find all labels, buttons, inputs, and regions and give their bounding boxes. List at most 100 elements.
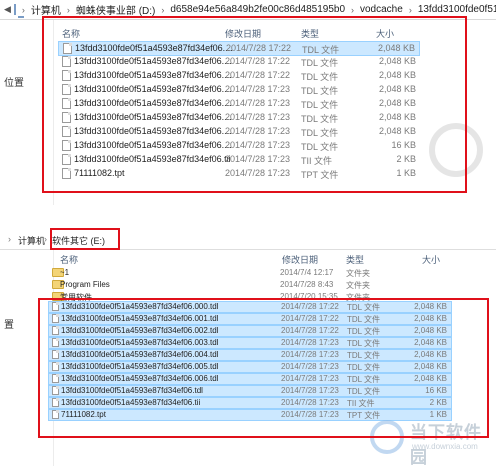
column-name[interactable]: 名称 (60, 253, 78, 266)
breadcrumb-separator: › (44, 234, 47, 244)
file-date: 2014/7/28 17:23 (225, 140, 291, 150)
file-icon (62, 98, 71, 109)
file-size: 16 KB (391, 140, 416, 150)
bottom-address-bar[interactable]: › 计算机 › 软件其它 (E:) (0, 228, 496, 250)
file-type: TII 文件 (301, 156, 332, 166)
breadcrumb-computer[interactable]: 计算机 (18, 234, 45, 247)
file-name: 13fdd3100fde0f51a4593e87fd34ef06.004.tdl (61, 350, 219, 359)
file-row[interactable]: 13fdd3100fde0f51a4593e87fd34ef06.001.tdl… (48, 313, 452, 325)
folder-row[interactable]: Program Files 2014/7/28 8:43 文件夹 (48, 280, 448, 292)
file-date: 2014/7/28 17:22 (281, 314, 339, 323)
file-icon (62, 168, 71, 179)
file-row[interactable]: 13fdd3100fde0f51a4593e87fd34ef06.tii 201… (48, 397, 452, 409)
file-icon (62, 126, 71, 137)
bottom-explorer-window: › 计算机 › 软件其它 (E:) 置 名称 修改日期 类型 大小 ~1 201… (0, 228, 496, 466)
folder-date: 2014/7/28 8:43 (280, 280, 334, 289)
column-type[interactable]: 类型 (301, 27, 319, 40)
file-type: TDL 文件 (347, 339, 381, 348)
breadcrumb-drive-d[interactable]: 蜘蛛侠事业部 (D:) (73, 2, 158, 17)
file-size: 2,048 KB (414, 338, 447, 347)
breadcrumb-separator: › (161, 4, 165, 15)
watermark-title: 当下软件园 (410, 423, 482, 466)
file-date: 2014/7/28 17:23 (281, 398, 339, 407)
file-type: TDL 文件 (347, 327, 381, 336)
file-row[interactable]: 13fdd3100fde0f51a4593e87fd34ef06.002.tdl… (48, 325, 452, 337)
folder-name: Program Files (60, 280, 110, 289)
file-size: 2,048 KB (378, 126, 416, 136)
file-row[interactable]: 13fdd3100fde0f51a4593e87fd34ef06.004.tdl… (48, 349, 452, 361)
file-size: 2,048 KB (414, 314, 447, 323)
file-size: 2 KB (396, 154, 416, 164)
file-row[interactable]: 13fdd3100fde0f51a4593e87fd34ef06.... 201… (58, 125, 420, 140)
breadcrumb-current-folder[interactable]: 13fdd3100fde0f51a4593e87fd34ef06 (415, 4, 496, 15)
breadcrumb-drive-e[interactable]: 软件其它 (E:) (52, 234, 105, 247)
file-date: 2014/7/28 17:23 (225, 98, 291, 108)
file-icon (62, 140, 71, 151)
file-date: 2014/7/28 17:23 (225, 154, 291, 164)
back-arrow-icon[interactable]: ◀ (4, 4, 11, 16)
file-icon (62, 56, 71, 67)
file-date: 2014/7/28 17:23 (281, 374, 339, 383)
column-size[interactable]: 大小 (422, 253, 440, 266)
file-row[interactable]: 13fdd3100fde0f51a4593e87fd34ef06.... 201… (58, 83, 420, 98)
file-size: 16 KB (425, 386, 447, 395)
folder-row[interactable]: ~1 2014/7/4 12:17 文件夹 (48, 268, 448, 280)
file-row[interactable]: 13fdd3100fde0f51a4593e87fd34ef06.... 201… (58, 41, 420, 56)
breadcrumb-vodcache[interactable]: vodcache (357, 4, 406, 15)
breadcrumb-hash-folder[interactable]: d658e94e56a849b2fe00c86d485195b0 (167, 4, 348, 15)
file-icon (52, 386, 59, 395)
breadcrumb-separator: › (408, 4, 412, 15)
breadcrumb-computer[interactable]: 计算机 (28, 2, 64, 17)
file-icon (62, 112, 71, 123)
watermark: 当下软件园 www.downxia.com (370, 418, 490, 466)
file-name: 71111082.tpt (61, 410, 106, 419)
file-size: 2,048 KB (414, 302, 447, 311)
column-type[interactable]: 类型 (346, 253, 364, 266)
file-icon (63, 43, 72, 54)
file-row[interactable]: 71111082.tpt 2014/7/28 17:23 TPT 文件 1 KB (58, 167, 420, 182)
file-row[interactable]: 71111082.tpt 2014/7/28 17:23 TPT 文件 1 KB (48, 409, 452, 421)
top-address-bar[interactable]: ◀ › 计算机 › 蜘蛛侠事业部 (D:) › d658e94e56a849b2… (0, 0, 496, 20)
file-type: TDL 文件 (347, 351, 381, 360)
file-type: TDL 文件 (301, 128, 339, 138)
file-type: TDL 文件 (301, 100, 339, 110)
column-date[interactable]: 修改日期 (282, 253, 318, 266)
folder-type: 文件夹 (346, 269, 370, 278)
column-size[interactable]: 大小 (376, 27, 394, 40)
file-size: 2,048 KB (414, 350, 447, 359)
nav-pane-label[interactable]: 位置 (4, 74, 24, 89)
file-row[interactable]: 13fdd3100fde0f51a4593e87fd34ef06.tii 201… (58, 153, 420, 168)
file-size: 2,048 KB (378, 112, 416, 122)
bottom-file-list: 13fdd3100fde0f51a4593e87fd34ef06.000.tdl… (48, 301, 452, 421)
file-type: TDL 文件 (301, 58, 339, 68)
column-name[interactable]: 名称 (62, 27, 80, 40)
nav-pane-label[interactable]: 置 (4, 316, 14, 331)
file-type: TII 文件 (347, 399, 375, 408)
bottom-navigation-pane: 置 (0, 250, 54, 466)
top-file-list: 13fdd3100fde0f51a4593e87fd34ef06.... 201… (58, 41, 420, 181)
file-icon (52, 350, 59, 359)
file-type: TDL 文件 (347, 315, 381, 324)
file-date: 2014/7/28 17:23 (225, 168, 291, 178)
file-icon (52, 338, 59, 347)
file-name: 13fdd3100fde0f51a4593e87fd34ef06.002.tdl (61, 326, 219, 335)
file-row[interactable]: 13fdd3100fde0f51a4593e87fd34ef06.003.tdl… (48, 337, 452, 349)
file-row[interactable]: 13fdd3100fde0f51a4593e87fd34ef06.000.tdl… (48, 301, 452, 313)
file-date: 2014/7/28 17:23 (281, 362, 339, 371)
file-row[interactable]: 13fdd3100fde0f51a4593e87fd34ef06.... 201… (58, 97, 420, 112)
file-row[interactable]: 13fdd3100fde0f51a4593e87fd34ef06.... 201… (58, 55, 420, 70)
file-name: 13fdd3100fde0f51a4593e87fd34ef06.... (74, 126, 232, 136)
file-type: TDL 文件 (347, 375, 381, 384)
file-name: 13fdd3100fde0f51a4593e87fd34ef06.006.tdl (61, 374, 219, 383)
column-date[interactable]: 修改日期 (225, 27, 261, 40)
file-row[interactable]: 13fdd3100fde0f51a4593e87fd34ef06.005.tdl… (48, 361, 452, 373)
file-row[interactable]: 13fdd3100fde0f51a4593e87fd34ef06.... 201… (58, 139, 420, 154)
breadcrumb-separator: › (351, 4, 354, 15)
file-row[interactable]: 13fdd3100fde0f51a4593e87fd34ef06.tdl 201… (48, 385, 452, 397)
file-row[interactable]: 13fdd3100fde0f51a4593e87fd34ef06.006.tdl… (48, 373, 452, 385)
file-size: 2,048 KB (414, 326, 447, 335)
file-row[interactable]: 13fdd3100fde0f51a4593e87fd34ef06.... 201… (58, 111, 420, 126)
file-icon (52, 326, 59, 335)
file-type: TDL 文件 (347, 387, 381, 396)
file-row[interactable]: 13fdd3100fde0f51a4593e87fd34ef06.... 201… (58, 69, 420, 84)
